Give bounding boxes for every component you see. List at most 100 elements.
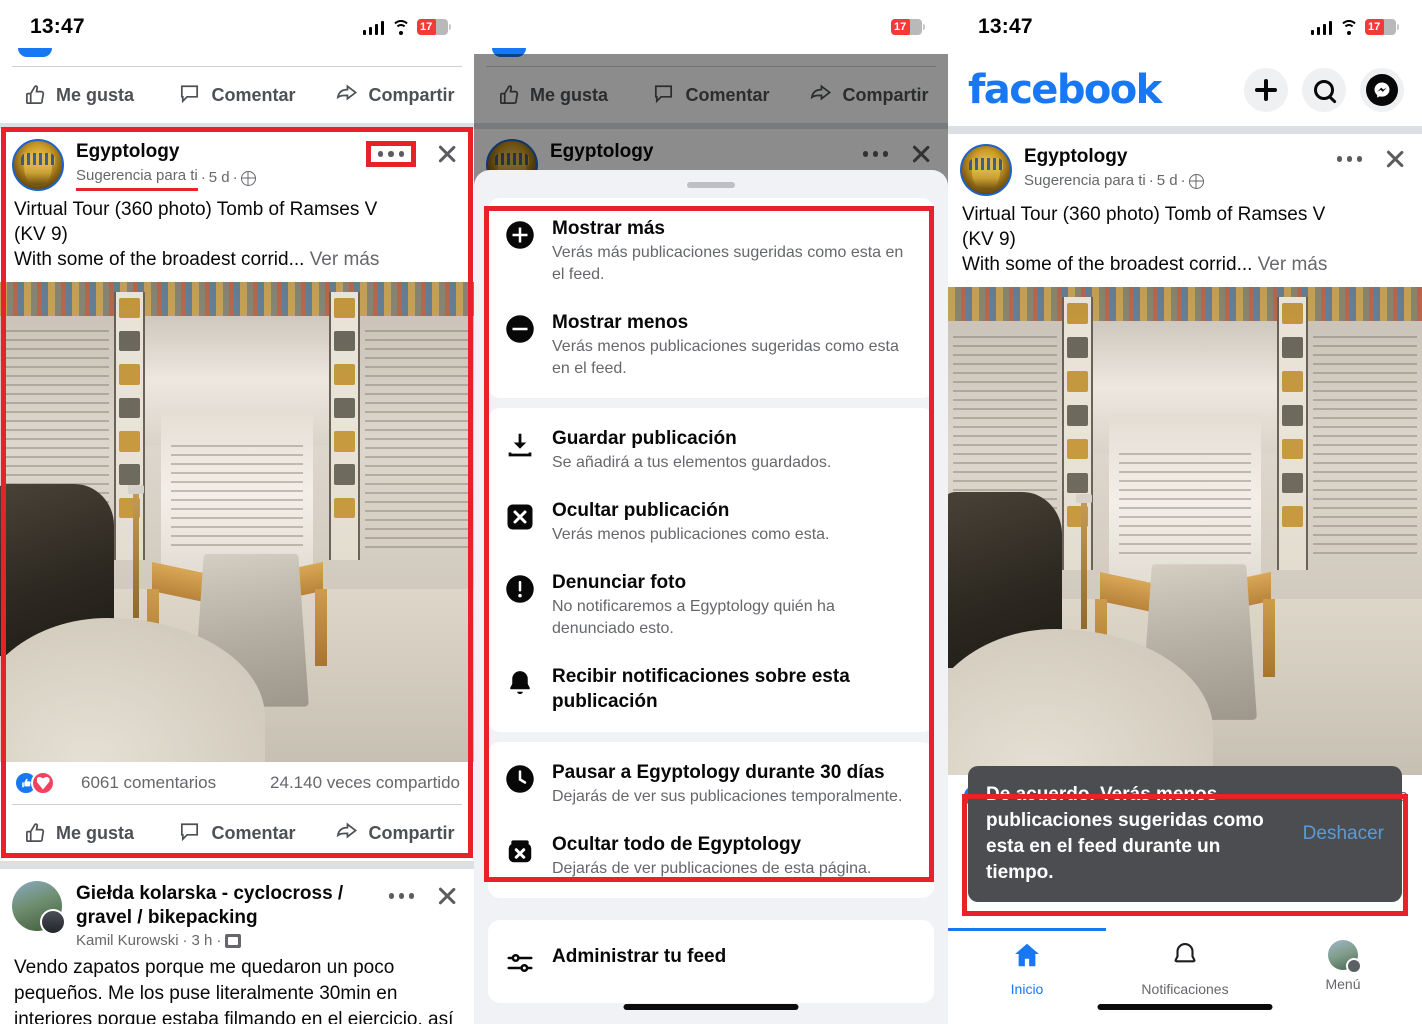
battery-icon: 17 — [1365, 19, 1399, 35]
close-post-button[interactable] — [434, 883, 460, 909]
post-photo[interactable] — [0, 282, 474, 762]
undo-button[interactable]: Deshacer — [1303, 823, 1384, 845]
share-button[interactable]: Compartir — [316, 819, 474, 847]
post-body-line-3b: en el ejercicio, así — [296, 1009, 454, 1024]
meta-separator-2: · — [1180, 172, 1186, 189]
post-submeta: Sugerencia para ti · 5 d · — [76, 165, 462, 191]
next-post: Giełda kolarska - cyclocross / gravel / … — [0, 861, 474, 1024]
close-post-button[interactable] — [1382, 146, 1408, 172]
nav-tab-menu[interactable]: Menú — [1264, 928, 1422, 1024]
battery-level: 17 — [1368, 21, 1381, 33]
comment-button-label: Comentar — [211, 84, 296, 105]
avatar[interactable] — [12, 139, 64, 191]
like-button[interactable]: Me gusta — [0, 822, 158, 844]
status-bar: 13:47 17 — [0, 0, 474, 54]
hide-x-icon — [504, 501, 536, 533]
home-icon — [1012, 940, 1042, 975]
sliders-icon — [504, 947, 536, 979]
love-reaction-icon — [31, 771, 55, 795]
facebook-logo[interactable]: facebook — [968, 67, 1162, 113]
menu-item-hide-post[interactable]: Ocultar publicación Verás menos publicac… — [488, 486, 934, 558]
meta-separator-1: · — [200, 169, 206, 186]
avatar[interactable] — [960, 144, 1012, 196]
see-more-link[interactable]: Ver más — [310, 249, 380, 270]
active-tab-indicator — [948, 928, 1106, 931]
home-indicator — [623, 1004, 799, 1010]
comment-button[interactable]: Comentar — [158, 819, 316, 847]
see-more-link[interactable]: Ver más — [1258, 254, 1328, 275]
menu-item-get-notifications[interactable]: Recibir notificaciones sobre esta public… — [488, 652, 934, 726]
plus-circle-icon — [504, 219, 536, 251]
previous-post-tail — [0, 48, 474, 66]
post-body-line-2: pequeños. Me los puse literalmente 30min… — [14, 983, 398, 1004]
post-options-bottom-sheet: Mostrar más Verás más publicaciones suge… — [474, 170, 948, 1024]
post-author[interactable]: Kamil Kurowski — [76, 932, 179, 949]
post-text-line-3: With some of the broadest corrid... — [14, 249, 305, 270]
menu-item-description: Verás más publicaciones sugeridas como e… — [552, 244, 904, 283]
menu-item-description: No notificaremos a Egyptology quién ha d… — [552, 598, 835, 637]
menu-item-show-more[interactable]: Mostrar más Verás más publicaciones suge… — [488, 204, 934, 298]
post-header-actions — [365, 141, 461, 167]
like-button[interactable]: Me gusta — [0, 84, 158, 106]
post-options-button[interactable] — [1335, 152, 1365, 166]
menu-item-save-post[interactable]: Guardar publicación Se añadirá a tus ele… — [488, 414, 934, 486]
search-button[interactable] — [1302, 68, 1346, 112]
post-options-button[interactable] — [387, 889, 417, 903]
menu-item-show-less[interactable]: Mostrar menos Verás menos publicaciones … — [488, 298, 934, 392]
messenger-button[interactable] — [1360, 68, 1404, 112]
undo-toast: De acuerdo. Verás menos publicaciones su… — [968, 766, 1402, 902]
nav-tab-inicio[interactable]: Inicio — [948, 928, 1106, 1024]
bell-icon — [1170, 940, 1200, 975]
avatar[interactable] — [12, 881, 66, 935]
shares-count[interactable]: 24.140 veces compartido — [270, 773, 460, 793]
suggested-label: Sugerencia para ti — [1024, 172, 1146, 189]
cellular-signal-icon — [836, 20, 858, 35]
menu-item-title: Recibir notificaciones sobre esta public… — [552, 666, 850, 712]
post-time: 5 d — [1156, 172, 1178, 189]
menu-item-title: Guardar publicación — [552, 428, 737, 449]
menu-item-snooze-page[interactable]: Pausar a Egyptology durante 30 días Deja… — [488, 748, 934, 820]
post-body-line-3-underlined: estaba filmando — [161, 1009, 297, 1024]
clock-icon — [504, 763, 536, 795]
post-submeta: Sugerencia para ti · 5 d · — [1024, 170, 1410, 192]
post-header-actions — [387, 883, 461, 909]
comment-button-label: Comentar — [211, 822, 296, 843]
status-bar-time: 13:47 — [30, 15, 85, 38]
menu-item-hide-all-from-page[interactable]: Ocultar todo de Egyptology Dejarás de ve… — [488, 820, 934, 892]
sheet-drag-handle[interactable] — [687, 182, 735, 188]
messenger-icon — [1366, 74, 1398, 106]
reactions-icons[interactable] — [14, 771, 55, 795]
home-indicator — [1097, 1004, 1273, 1010]
post-options-button[interactable] — [365, 141, 416, 167]
post-time: 5 d — [208, 169, 230, 186]
menu-item-description: Verás menos publicaciones como esta. — [552, 526, 830, 543]
thumbs-up-icon — [24, 822, 46, 844]
share-button[interactable]: Compartir — [316, 81, 474, 109]
status-bar-indicators: 17 — [836, 19, 925, 35]
close-post-button[interactable] — [434, 141, 460, 167]
panel-2-post-options-menu: 13:47 17 Me gusta Comentar Compartir Egy… — [474, 0, 948, 1024]
battery-icon: 17 — [417, 19, 451, 35]
panel-3-confirmation-toast: 13:47 17 facebook Egyptology Sugerencia … — [948, 0, 1422, 1024]
nav-tab-label: Inicio — [1010, 981, 1044, 997]
menu-item-title: Mostrar menos — [552, 312, 689, 333]
post-photo[interactable] — [948, 287, 1422, 775]
wifi-icon — [391, 19, 410, 35]
save-download-icon — [504, 429, 536, 461]
menu-item-title: Denunciar foto — [552, 572, 687, 593]
post-text-line-3: With some of the broadest corrid... — [962, 254, 1253, 275]
create-button[interactable] — [1244, 68, 1288, 112]
comment-button[interactable]: Comentar — [158, 81, 316, 109]
menu-item-description: Se añadirá a tus elementos guardados. — [552, 454, 832, 471]
plus-icon — [1255, 79, 1277, 101]
like-button-label: Me gusta — [55, 84, 134, 105]
meta-separator-1: · — [182, 932, 188, 949]
wifi-icon — [1339, 19, 1358, 35]
previous-post-action-bar: Me gusta Comentar Compartir — [0, 67, 474, 123]
menu-item-manage-feed[interactable]: Administrar tu feed — [488, 926, 934, 997]
battery-level: 17 — [894, 21, 907, 33]
like-button-label: Me gusta — [55, 822, 134, 843]
battery-level: 17 — [420, 21, 433, 33]
menu-item-report-photo[interactable]: Denunciar foto No notificaremos a Egypto… — [488, 558, 934, 652]
comments-count[interactable]: 6061 comentarios — [81, 773, 216, 793]
